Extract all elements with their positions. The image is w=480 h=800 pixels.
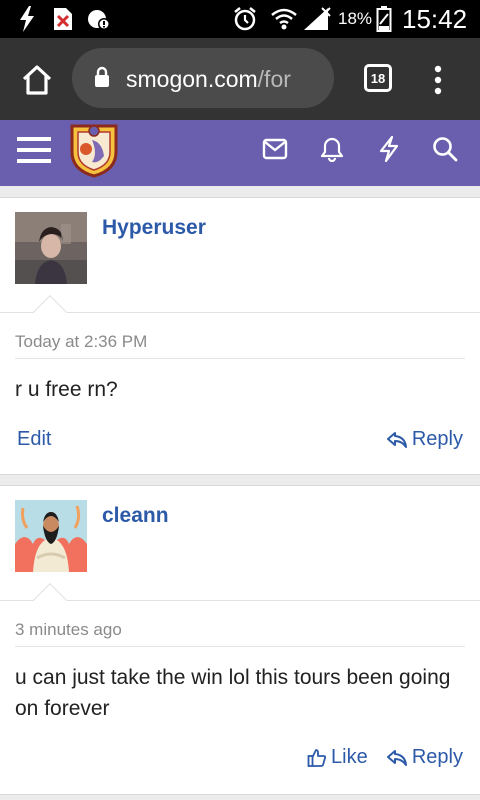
avatar[interactable] bbox=[15, 500, 87, 572]
status-bar: 18% 15:42 bbox=[0, 0, 480, 38]
meta-divider bbox=[15, 358, 465, 359]
envelope-icon[interactable] bbox=[262, 138, 288, 165]
notification-blocked-icon bbox=[52, 0, 74, 38]
url-domain: smogon.com bbox=[126, 66, 258, 92]
reply-icon bbox=[386, 431, 407, 448]
url-text: smogon.com/for bbox=[126, 66, 291, 93]
username-link[interactable]: Hyperuser bbox=[102, 216, 206, 240]
bubble-arrow bbox=[33, 583, 67, 617]
message-text: r u free rn? bbox=[15, 378, 118, 401]
tab-switcher-icon[interactable]: 18 bbox=[364, 64, 392, 92]
sync-icon bbox=[86, 0, 112, 38]
edit-label: Edit bbox=[17, 428, 52, 450]
clock-time: 15:42 bbox=[402, 3, 468, 34]
hamburger-icon[interactable] bbox=[17, 136, 51, 169]
reply-label: Reply bbox=[411, 746, 463, 768]
bolt-icon[interactable] bbox=[378, 135, 400, 168]
charging-bolt-icon bbox=[18, 0, 36, 38]
message-post: cleann 3 minutes ago u can just take the… bbox=[0, 485, 480, 795]
wifi-icon bbox=[270, 0, 298, 38]
lock-icon bbox=[94, 66, 110, 93]
url-bar[interactable]: smogon.com/for bbox=[72, 48, 334, 108]
signal-icon bbox=[302, 0, 332, 38]
bell-icon[interactable] bbox=[320, 136, 344, 167]
tab-count: 18 bbox=[370, 70, 386, 86]
like-label: Like bbox=[331, 746, 368, 768]
thumbs-up-icon bbox=[307, 748, 327, 767]
menu-icon[interactable] bbox=[434, 65, 442, 95]
post-timestamp[interactable]: Today at 2:36 PM bbox=[15, 332, 147, 352]
url-path: /for bbox=[257, 66, 291, 92]
post-timestamp[interactable]: 3 minutes ago bbox=[15, 620, 122, 640]
username-link[interactable]: cleann bbox=[102, 504, 169, 528]
alarm-icon bbox=[232, 0, 258, 38]
reply-icon bbox=[386, 749, 407, 766]
browser-toolbar: smogon.com/for 18 bbox=[0, 38, 480, 120]
message-post: Hyperuser Today at 2:36 PM r u free rn? … bbox=[0, 197, 480, 475]
reply-button[interactable]: Reply bbox=[386, 746, 463, 769]
header-divider bbox=[0, 600, 480, 601]
like-button[interactable]: Like bbox=[307, 746, 368, 769]
search-icon[interactable] bbox=[432, 136, 458, 167]
battery-percent: 18% bbox=[338, 9, 373, 28]
conversation-thread: Hyperuser Today at 2:36 PM r u free rn? … bbox=[0, 186, 480, 800]
bubble-arrow bbox=[33, 295, 67, 329]
site-logo[interactable] bbox=[68, 122, 120, 183]
reply-button[interactable]: Reply bbox=[386, 428, 463, 451]
meta-divider bbox=[15, 646, 465, 647]
site-nav-bar bbox=[0, 120, 480, 186]
battery-icon bbox=[376, 0, 392, 38]
header-divider bbox=[0, 312, 480, 313]
reply-label: Reply bbox=[411, 428, 463, 450]
avatar[interactable] bbox=[15, 212, 87, 284]
message-text: u can just take the win lol this tours b… bbox=[15, 666, 451, 720]
home-icon[interactable] bbox=[20, 64, 54, 96]
edit-button[interactable]: Edit bbox=[17, 428, 51, 451]
